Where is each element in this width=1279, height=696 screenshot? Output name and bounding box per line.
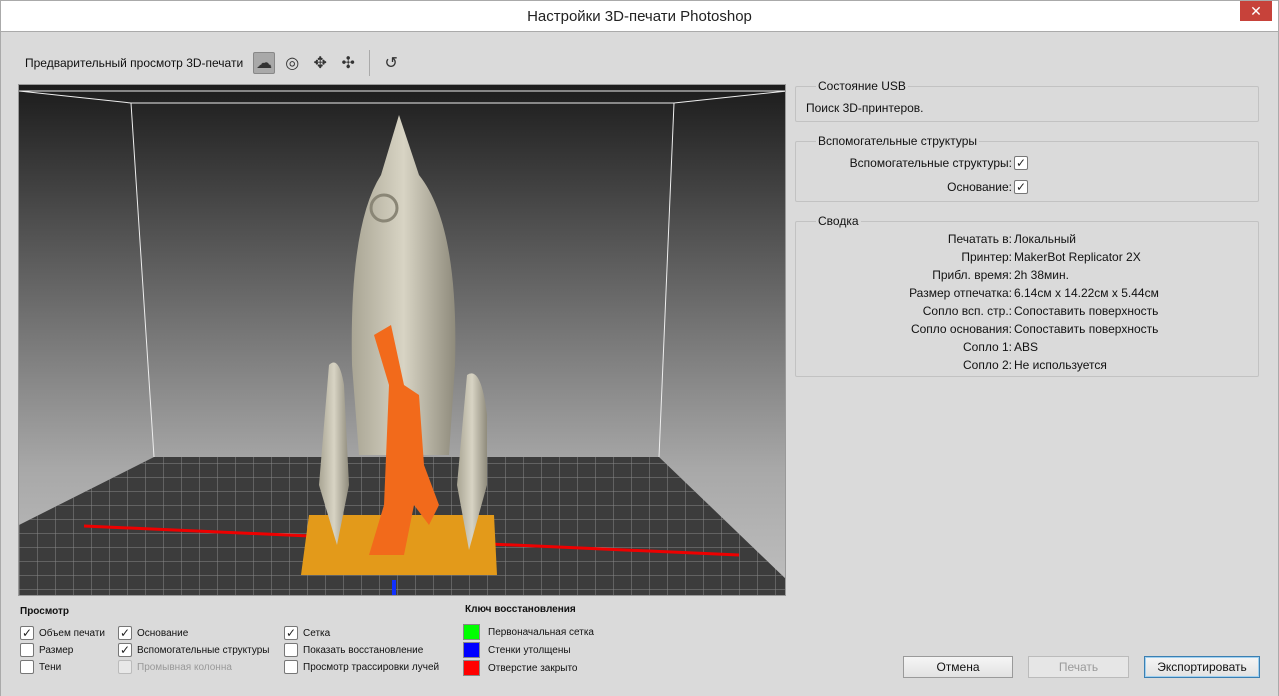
summary-label: Сопло 1:: [963, 340, 1012, 354]
move-icon[interactable]: ✣: [337, 52, 359, 74]
repair-key-title: Ключ восстановления: [465, 604, 576, 615]
view-option[interactable]: ✓ Сетка: [284, 626, 330, 640]
usb-status-title: Состояние USB: [816, 79, 908, 93]
summary-value: MakerBot Replicator 2X: [1014, 250, 1141, 264]
print-button[interactable]: Печать: [1028, 656, 1129, 678]
pan-icon[interactable]: ✥: [309, 52, 331, 74]
supports-label: Вспомогательные структуры:: [849, 156, 1012, 170]
view-option-checkbox[interactable]: [20, 643, 34, 657]
toolbar-divider: [369, 50, 371, 76]
view-option-checkbox[interactable]: [118, 660, 132, 674]
view-option[interactable]: ✓ Вспомогательные структуры: [118, 643, 270, 657]
view-option-checkbox[interactable]: ✓: [118, 626, 132, 640]
color-swatch: [463, 660, 480, 676]
summary-label: Сопло 2:: [963, 358, 1012, 372]
summary-value: 2h 38мин.: [1014, 268, 1069, 282]
supports-checkbox[interactable]: ✓: [1014, 155, 1028, 170]
raft-checkbox[interactable]: ✓: [1014, 179, 1028, 194]
summary-label: Сопло всп. стр.:: [922, 304, 1012, 318]
window-title: Настройки 3D-печати Photoshop: [527, 8, 752, 25]
view-option[interactable]: ✓ Объем печати: [20, 626, 105, 640]
summary-value: 6.14см x 14.22см x 5.44см: [1014, 286, 1159, 300]
view-option-checkbox[interactable]: ✓: [118, 643, 132, 657]
view-option-label: Объем печати: [39, 627, 106, 639]
summary-value: Локальный: [1014, 232, 1076, 246]
summary-value: Сопоставить поверхность: [1014, 322, 1159, 336]
summary-label: Сопло основания:: [910, 322, 1012, 336]
view-option-label: Показать восстановление: [303, 644, 424, 656]
view-option-checkbox[interactable]: [284, 643, 298, 657]
preview-label: Предварительный просмотр 3D-печати: [25, 56, 244, 70]
title-bar: Настройки 3D-печати Photoshop ✕: [0, 0, 1279, 32]
view-option-label: Вспомогательные структуры: [137, 644, 270, 656]
3d-scene: [19, 85, 785, 595]
view-option-checkbox[interactable]: ✓: [20, 626, 34, 640]
repair-key-label: Стенки утолщены: [488, 644, 571, 656]
color-swatch: [463, 642, 480, 658]
raft-label: Основание:: [947, 180, 1012, 194]
summary-title: Сводка: [816, 214, 861, 228]
view-option-label: Просмотр трассировки лучей: [303, 661, 440, 673]
summary-label: Печатать в:: [947, 232, 1012, 246]
cancel-button[interactable]: Отмена: [903, 656, 1013, 678]
view-option-checkbox[interactable]: [20, 660, 34, 674]
rotate-icon[interactable]: ◎: [281, 52, 303, 74]
color-swatch: [463, 624, 480, 640]
view-option[interactable]: Размер: [20, 643, 73, 657]
summary-label: Размер отпечатка:: [909, 286, 1012, 300]
repair-key-item: Первоначальная сетка: [463, 624, 594, 640]
close-button[interactable]: ✕: [1240, 1, 1272, 21]
usb-status-text: Поиск 3D-принтеров.: [806, 101, 924, 115]
view-option-label: Тени: [39, 661, 62, 673]
supports-group: Вспомогательные структуры Вспомогательны…: [795, 134, 1259, 202]
view-option-label: Основание: [137, 627, 189, 639]
view-option-label: Промывная колонна: [137, 661, 232, 673]
view-option[interactable]: Просмотр трассировки лучей: [284, 660, 439, 674]
view-option[interactable]: Показать восстановление: [284, 643, 423, 657]
reset-view-icon[interactable]: ↺: [380, 52, 402, 74]
usb-status-group: Состояние USB Поиск 3D-принтеров.: [795, 79, 1259, 122]
repair-key-item: Стенки утолщены: [463, 642, 571, 658]
summary-value: Не используется: [1014, 358, 1107, 372]
repair-key-label: Первоначальная сетка: [488, 626, 594, 638]
view-option[interactable]: Промывная колонна: [118, 660, 232, 674]
view-option-label: Размер: [39, 644, 74, 656]
summary-value: Сопоставить поверхность: [1014, 304, 1159, 318]
3d-preview-viewport[interactable]: [18, 84, 786, 596]
summary-label: Принтер:: [961, 250, 1012, 264]
export-button[interactable]: Экспортировать: [1144, 656, 1260, 678]
summary-group: Сводка Печатать в: Локальный Принтер: Maker…: [795, 214, 1259, 377]
view-option[interactable]: Тени: [20, 660, 61, 674]
repair-key-item: Отверстие закрыто: [463, 660, 578, 676]
view-option-checkbox[interactable]: [284, 660, 298, 674]
repair-key-label: Отверстие закрыто: [488, 662, 578, 674]
view-option-label: Сетка: [303, 627, 331, 639]
preview-toolbar: Предварительный просмотр 3D-печати ☁ ◎ ✥…: [25, 50, 402, 76]
supports-title: Вспомогательные структуры: [816, 134, 979, 148]
view-title: Просмотр: [20, 606, 69, 617]
summary-value: ABS: [1014, 340, 1039, 354]
orbit-camera-icon[interactable]: ☁: [253, 52, 276, 74]
summary-label: Прибл. время:: [932, 268, 1012, 282]
view-option[interactable]: ✓ Основание: [118, 626, 188, 640]
view-option-checkbox[interactable]: ✓: [284, 626, 298, 640]
